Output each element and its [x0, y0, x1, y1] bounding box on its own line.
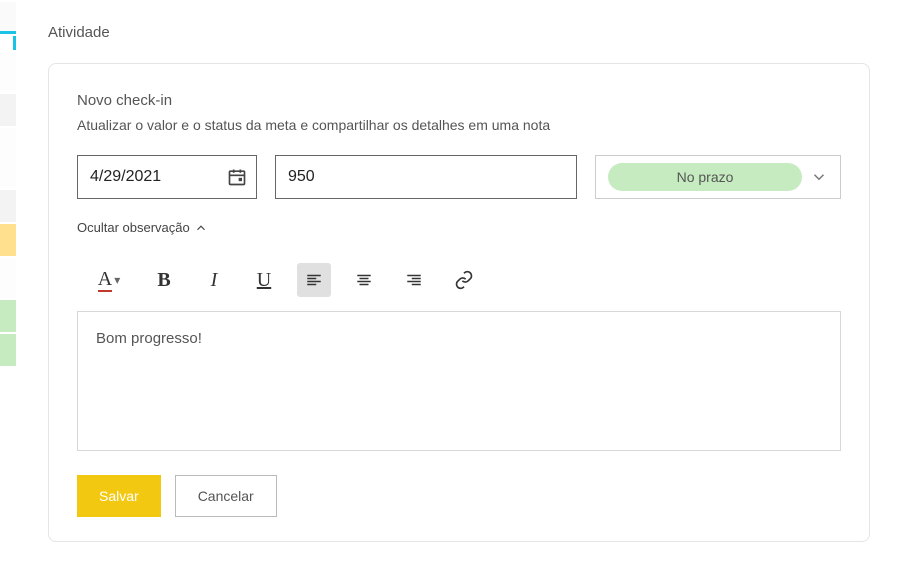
hide-observation-label: Ocultar observação — [77, 220, 190, 235]
action-buttons: Salvar Cancelar — [77, 475, 841, 517]
save-button[interactable]: Salvar — [77, 475, 161, 517]
align-left-button[interactable] — [297, 263, 331, 297]
chevron-up-icon — [194, 221, 208, 235]
chevron-down-icon: ▾ — [114, 273, 120, 287]
sidebar-mini-item[interactable] — [0, 224, 16, 256]
underline-button[interactable]: U — [247, 263, 281, 297]
checkin-card: Novo check-in Atualizar o valor e o stat… — [48, 63, 870, 542]
sidebar-mini-item[interactable] — [0, 52, 16, 92]
main-content: Atividade Novo check-in Atualizar o valo… — [22, 0, 898, 583]
checkin-controls: No prazo — [77, 155, 841, 199]
sidebar-mini-item-selected[interactable] — [0, 36, 16, 50]
note-editor[interactable]: Bom progresso! — [77, 311, 841, 451]
align-right-icon — [405, 271, 423, 289]
sidebar-mini-item[interactable] — [0, 334, 16, 366]
bold-button[interactable]: B — [147, 263, 181, 297]
sidebar-mini-item[interactable] — [0, 300, 16, 332]
hide-observation-toggle[interactable]: Ocultar observação — [77, 220, 208, 235]
align-right-button[interactable] — [397, 263, 431, 297]
section-title: Atividade — [48, 24, 870, 41]
mini-sidebar — [0, 0, 22, 583]
status-pill: No prazo — [608, 163, 802, 191]
chevron-down-icon — [810, 168, 828, 186]
card-heading: Novo check-in — [77, 92, 841, 109]
sidebar-mini-item[interactable] — [0, 128, 16, 188]
editor-toolbar: A ▾ B I U — [77, 263, 841, 311]
sidebar-mini-item[interactable] — [0, 2, 16, 34]
value-field[interactable] — [275, 155, 577, 199]
editor-content: Bom progresso! — [96, 330, 202, 347]
status-select[interactable]: No prazo — [595, 155, 841, 199]
underline-icon: U — [257, 269, 271, 292]
sidebar-mini-item[interactable] — [0, 94, 16, 126]
date-field[interactable] — [77, 155, 257, 199]
calendar-icon[interactable] — [227, 167, 247, 187]
italic-icon: I — [211, 269, 218, 292]
link-icon — [454, 270, 474, 290]
cancel-button[interactable]: Cancelar — [175, 475, 277, 517]
bold-icon: B — [157, 269, 170, 292]
card-subheading: Atualizar o valor e o status da meta e c… — [77, 117, 841, 133]
align-left-icon — [305, 271, 323, 289]
italic-button[interactable]: I — [197, 263, 231, 297]
link-button[interactable] — [447, 263, 481, 297]
sidebar-mini-item[interactable] — [0, 190, 16, 222]
align-center-icon — [355, 271, 373, 289]
value-input[interactable] — [275, 155, 577, 199]
font-color-button[interactable]: A ▾ — [87, 263, 131, 297]
align-center-button[interactable] — [347, 263, 381, 297]
sidebar-mini-item[interactable] — [0, 258, 16, 298]
font-color-icon: A — [98, 269, 112, 292]
